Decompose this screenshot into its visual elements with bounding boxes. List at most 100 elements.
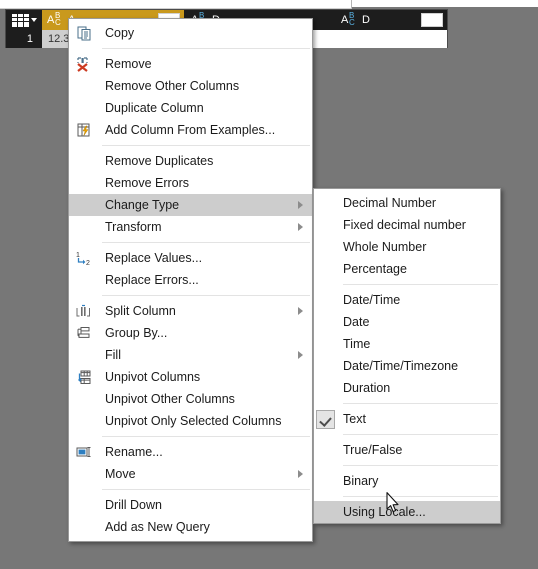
- menu-item-label: Unpivot Only Selected Columns: [105, 414, 282, 428]
- menu-item-unpivot-other-columns[interactable]: Unpivot Other Columns: [69, 388, 312, 410]
- menu-item-unpivot-only-selected-columns[interactable]: Unpivot Only Selected Columns: [69, 410, 312, 432]
- menu-item-label: Unpivot Columns: [105, 370, 201, 384]
- menu-item-label: Add as New Query: [105, 520, 210, 534]
- submenu-item-date-time-timezone[interactable]: Date/Time/Timezone: [314, 355, 500, 377]
- add-column-from-examples-icon: [75, 122, 93, 138]
- menu-item-label: Date/Time: [343, 293, 401, 307]
- menu-item-label: Split Column: [105, 304, 176, 318]
- menu-item-label: Unpivot Other Columns: [105, 392, 235, 406]
- menu-item-group-by[interactable]: Group By...: [69, 322, 312, 344]
- menu-item-label: Rename...: [105, 445, 163, 459]
- menu-item-label: Change Type: [105, 198, 180, 212]
- change-type-submenu[interactable]: Decimal Number Fixed decimal number Whol…: [313, 188, 501, 524]
- rename-icon: [75, 444, 93, 460]
- submenu-item-whole-number[interactable]: Whole Number: [314, 236, 500, 258]
- menu-separator: [343, 496, 498, 497]
- menu-item-copy[interactable]: Copy: [69, 22, 312, 44]
- menu-separator: [102, 295, 310, 296]
- chevron-down-icon: [30, 18, 37, 22]
- menu-item-label: Text: [343, 412, 366, 426]
- svg-text:2: 2: [86, 260, 90, 266]
- menu-item-label: Using Locale...: [343, 505, 426, 519]
- menu-separator: [343, 465, 498, 466]
- menu-separator: [343, 403, 498, 404]
- menu-item-change-type[interactable]: Change Type: [69, 194, 312, 216]
- menu-item-label: Drill Down: [105, 498, 162, 512]
- copy-icon: [75, 25, 93, 41]
- menu-separator: [102, 145, 310, 146]
- menu-separator: [343, 434, 498, 435]
- chevron-right-icon: [298, 223, 303, 231]
- submenu-item-text[interactable]: Text: [314, 408, 500, 430]
- menu-item-add-column-from-examples[interactable]: Add Column From Examples...: [69, 119, 312, 141]
- toolbar-strip-right: [352, 0, 538, 7]
- split-column-icon: [75, 303, 93, 319]
- toolbar-strip: [0, 0, 352, 9]
- submenu-item-fixed-decimal-number[interactable]: Fixed decimal number: [314, 214, 500, 236]
- menu-item-transform[interactable]: Transform: [69, 216, 312, 238]
- submenu-item-time[interactable]: Time: [314, 333, 500, 355]
- grid-corner-button[interactable]: [6, 10, 42, 30]
- replace-values-icon: 1 2: [75, 250, 93, 266]
- menu-item-replace-values[interactable]: 1 2 Replace Values...: [69, 247, 312, 269]
- menu-item-label: Transform: [105, 220, 162, 234]
- menu-item-move[interactable]: Move: [69, 463, 312, 485]
- column-header-2[interactable]: ABC D: [334, 10, 447, 30]
- menu-item-replace-errors[interactable]: Replace Errors...: [69, 269, 312, 291]
- menu-item-label: Duration: [343, 381, 391, 395]
- menu-item-label: Binary: [343, 474, 379, 488]
- submenu-item-date-time[interactable]: Date/Time: [314, 289, 500, 311]
- menu-separator: [343, 284, 498, 285]
- menu-item-label: Copy: [105, 26, 135, 40]
- menu-item-remove-errors[interactable]: Remove Errors: [69, 172, 312, 194]
- menu-item-label: Remove Errors: [105, 176, 190, 190]
- submenu-item-date[interactable]: Date: [314, 311, 500, 333]
- column-header-label: D: [362, 14, 370, 26]
- chevron-right-icon: [298, 307, 303, 315]
- unpivot-columns-icon: [75, 369, 93, 385]
- column-filter-button[interactable]: [421, 13, 443, 27]
- menu-item-rename[interactable]: Rename...: [69, 441, 312, 463]
- checkmark-icon: [316, 410, 335, 429]
- menu-item-label: Fixed decimal number: [343, 218, 466, 232]
- submenu-item-using-locale[interactable]: Using Locale...: [314, 501, 500, 523]
- submenu-item-percentage[interactable]: Percentage: [314, 258, 500, 280]
- menu-item-label: Remove Other Columns: [105, 79, 240, 93]
- menu-item-remove[interactable]: Remove: [69, 53, 312, 75]
- submenu-item-true-false[interactable]: True/False: [314, 439, 500, 461]
- menu-item-label: Date/Time/Timezone: [343, 359, 459, 373]
- remove-columns-icon: [75, 56, 93, 72]
- menu-item-label: Add Column From Examples...: [105, 123, 276, 137]
- menu-item-label: Remove: [105, 57, 152, 71]
- menu-item-drill-down[interactable]: Drill Down: [69, 494, 312, 516]
- menu-item-label: Decimal Number: [343, 196, 437, 210]
- menu-item-duplicate-column[interactable]: Duplicate Column: [69, 97, 312, 119]
- menu-item-remove-duplicates[interactable]: Remove Duplicates: [69, 150, 312, 172]
- menu-item-add-as-new-query[interactable]: Add as New Query: [69, 516, 312, 538]
- menu-separator: [102, 436, 310, 437]
- submenu-item-decimal-number[interactable]: Decimal Number: [314, 192, 500, 214]
- menu-item-label: Remove Duplicates: [105, 154, 214, 168]
- menu-item-label: Replace Values...: [105, 251, 203, 265]
- menu-item-label: Percentage: [343, 262, 407, 276]
- menu-item-remove-other-columns[interactable]: Remove Other Columns: [69, 75, 312, 97]
- chevron-right-icon: [298, 351, 303, 359]
- menu-separator: [102, 489, 310, 490]
- menu-item-split-column[interactable]: Split Column: [69, 300, 312, 322]
- abc-type-icon: ABC: [341, 11, 355, 27]
- menu-item-label: Whole Number: [343, 240, 427, 254]
- submenu-item-binary[interactable]: Binary: [314, 470, 500, 492]
- menu-item-unpivot-columns[interactable]: Unpivot Columns: [69, 366, 312, 388]
- chevron-right-icon: [298, 201, 303, 209]
- menu-item-fill[interactable]: Fill: [69, 344, 312, 366]
- menu-item-label: Date: [343, 315, 370, 329]
- submenu-item-duration[interactable]: Duration: [314, 377, 500, 399]
- menu-item-label: Fill: [105, 348, 121, 362]
- column-context-menu[interactable]: Copy Remove Remove Other Columns Duplica…: [68, 18, 313, 542]
- table-icon: [11, 13, 29, 27]
- menu-separator: [102, 48, 310, 49]
- menu-item-label: Time: [343, 337, 371, 351]
- chevron-right-icon: [298, 470, 303, 478]
- menu-separator: [102, 242, 310, 243]
- menu-item-label: Replace Errors...: [105, 273, 199, 287]
